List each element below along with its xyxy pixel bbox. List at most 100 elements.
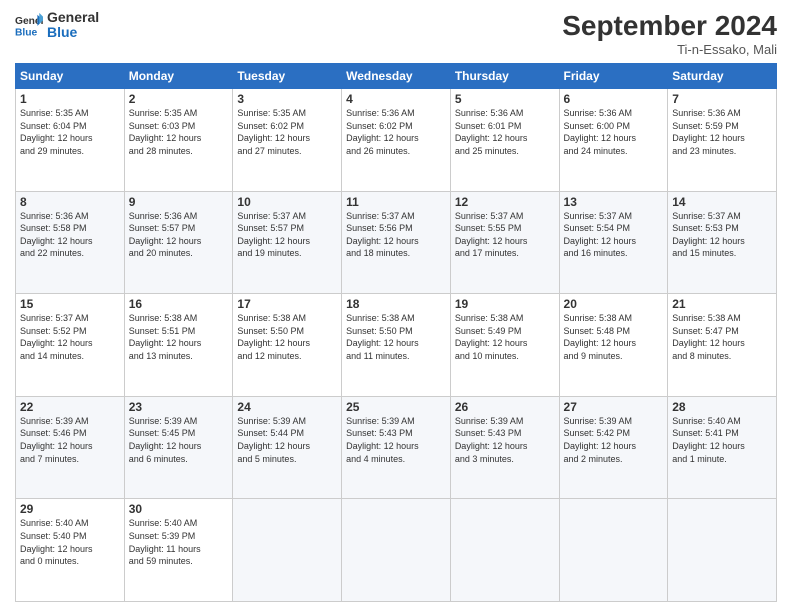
table-cell: 27Sunrise: 5:39 AM Sunset: 5:42 PM Dayli… (559, 396, 668, 499)
table-cell: 20Sunrise: 5:38 AM Sunset: 5:48 PM Dayli… (559, 294, 668, 397)
table-cell: 10Sunrise: 5:37 AM Sunset: 5:57 PM Dayli… (233, 191, 342, 294)
cell-info: Sunrise: 5:37 AM Sunset: 5:53 PM Dayligh… (672, 210, 772, 260)
day-number: 15 (20, 297, 120, 311)
table-cell: 8Sunrise: 5:36 AM Sunset: 5:58 PM Daylig… (16, 191, 125, 294)
cell-info: Sunrise: 5:39 AM Sunset: 5:45 PM Dayligh… (129, 415, 229, 465)
cell-info: Sunrise: 5:38 AM Sunset: 5:50 PM Dayligh… (346, 312, 446, 362)
cell-info: Sunrise: 5:38 AM Sunset: 5:49 PM Dayligh… (455, 312, 555, 362)
table-cell (668, 499, 777, 602)
cell-info: Sunrise: 5:38 AM Sunset: 5:51 PM Dayligh… (129, 312, 229, 362)
cell-info: Sunrise: 5:40 AM Sunset: 5:39 PM Dayligh… (129, 517, 229, 567)
location: Ti-n-Essako, Mali (562, 42, 777, 57)
logo: General Blue General Blue (15, 10, 99, 41)
cell-info: Sunrise: 5:37 AM Sunset: 5:54 PM Dayligh… (564, 210, 664, 260)
day-number: 10 (237, 195, 337, 209)
table-cell: 30Sunrise: 5:40 AM Sunset: 5:39 PM Dayli… (124, 499, 233, 602)
col-tuesday: Tuesday (233, 64, 342, 89)
day-number: 23 (129, 400, 229, 414)
table-cell: 2Sunrise: 5:35 AM Sunset: 6:03 PM Daylig… (124, 89, 233, 192)
cell-info: Sunrise: 5:37 AM Sunset: 5:55 PM Dayligh… (455, 210, 555, 260)
cell-info: Sunrise: 5:37 AM Sunset: 5:52 PM Dayligh… (20, 312, 120, 362)
svg-text:Blue: Blue (15, 28, 38, 39)
cell-info: Sunrise: 5:35 AM Sunset: 6:02 PM Dayligh… (237, 107, 337, 157)
col-thursday: Thursday (450, 64, 559, 89)
cell-info: Sunrise: 5:37 AM Sunset: 5:57 PM Dayligh… (237, 210, 337, 260)
cell-info: Sunrise: 5:38 AM Sunset: 5:50 PM Dayligh… (237, 312, 337, 362)
day-number: 16 (129, 297, 229, 311)
cell-info: Sunrise: 5:39 AM Sunset: 5:42 PM Dayligh… (564, 415, 664, 465)
table-cell: 15Sunrise: 5:37 AM Sunset: 5:52 PM Dayli… (16, 294, 125, 397)
cell-info: Sunrise: 5:36 AM Sunset: 5:58 PM Dayligh… (20, 210, 120, 260)
col-sunday: Sunday (16, 64, 125, 89)
table-cell: 11Sunrise: 5:37 AM Sunset: 5:56 PM Dayli… (342, 191, 451, 294)
table-cell: 5Sunrise: 5:36 AM Sunset: 6:01 PM Daylig… (450, 89, 559, 192)
day-number: 7 (672, 92, 772, 106)
table-cell: 16Sunrise: 5:38 AM Sunset: 5:51 PM Dayli… (124, 294, 233, 397)
logo-icon: General Blue (15, 11, 43, 39)
day-number: 18 (346, 297, 446, 311)
table-cell: 7Sunrise: 5:36 AM Sunset: 5:59 PM Daylig… (668, 89, 777, 192)
logo-general-text: General (47, 10, 99, 25)
day-number: 1 (20, 92, 120, 106)
day-number: 22 (20, 400, 120, 414)
table-cell: 12Sunrise: 5:37 AM Sunset: 5:55 PM Dayli… (450, 191, 559, 294)
table-cell: 24Sunrise: 5:39 AM Sunset: 5:44 PM Dayli… (233, 396, 342, 499)
cell-info: Sunrise: 5:36 AM Sunset: 5:57 PM Dayligh… (129, 210, 229, 260)
day-number: 5 (455, 92, 555, 106)
cell-info: Sunrise: 5:37 AM Sunset: 5:56 PM Dayligh… (346, 210, 446, 260)
day-number: 12 (455, 195, 555, 209)
day-number: 27 (564, 400, 664, 414)
day-number: 3 (237, 92, 337, 106)
table-cell: 3Sunrise: 5:35 AM Sunset: 6:02 PM Daylig… (233, 89, 342, 192)
cell-info: Sunrise: 5:38 AM Sunset: 5:48 PM Dayligh… (564, 312, 664, 362)
table-cell: 26Sunrise: 5:39 AM Sunset: 5:43 PM Dayli… (450, 396, 559, 499)
day-number: 20 (564, 297, 664, 311)
table-cell: 25Sunrise: 5:39 AM Sunset: 5:43 PM Dayli… (342, 396, 451, 499)
col-friday: Friday (559, 64, 668, 89)
cell-info: Sunrise: 5:36 AM Sunset: 6:00 PM Dayligh… (564, 107, 664, 157)
day-number: 6 (564, 92, 664, 106)
table-cell: 1Sunrise: 5:35 AM Sunset: 6:04 PM Daylig… (16, 89, 125, 192)
cell-info: Sunrise: 5:36 AM Sunset: 6:02 PM Dayligh… (346, 107, 446, 157)
day-number: 29 (20, 502, 120, 516)
day-number: 17 (237, 297, 337, 311)
cell-info: Sunrise: 5:38 AM Sunset: 5:47 PM Dayligh… (672, 312, 772, 362)
table-cell: 22Sunrise: 5:39 AM Sunset: 5:46 PM Dayli… (16, 396, 125, 499)
day-number: 9 (129, 195, 229, 209)
title-area: September 2024 Ti-n-Essako, Mali (562, 10, 777, 57)
cell-info: Sunrise: 5:40 AM Sunset: 5:40 PM Dayligh… (20, 517, 120, 567)
table-cell: 13Sunrise: 5:37 AM Sunset: 5:54 PM Dayli… (559, 191, 668, 294)
logo-blue-text: Blue (47, 25, 99, 40)
week-row-2: 8Sunrise: 5:36 AM Sunset: 5:58 PM Daylig… (16, 191, 777, 294)
cell-info: Sunrise: 5:35 AM Sunset: 6:03 PM Dayligh… (129, 107, 229, 157)
cell-info: Sunrise: 5:39 AM Sunset: 5:46 PM Dayligh… (20, 415, 120, 465)
col-wednesday: Wednesday (342, 64, 451, 89)
day-number: 25 (346, 400, 446, 414)
col-monday: Monday (124, 64, 233, 89)
page: General Blue General Blue September 2024… (0, 0, 792, 612)
col-saturday: Saturday (668, 64, 777, 89)
day-number: 26 (455, 400, 555, 414)
table-cell: 14Sunrise: 5:37 AM Sunset: 5:53 PM Dayli… (668, 191, 777, 294)
day-number: 21 (672, 297, 772, 311)
month-title: September 2024 (562, 10, 777, 42)
table-cell: 18Sunrise: 5:38 AM Sunset: 5:50 PM Dayli… (342, 294, 451, 397)
day-number: 19 (455, 297, 555, 311)
week-row-1: 1Sunrise: 5:35 AM Sunset: 6:04 PM Daylig… (16, 89, 777, 192)
cell-info: Sunrise: 5:39 AM Sunset: 5:43 PM Dayligh… (455, 415, 555, 465)
cell-info: Sunrise: 5:39 AM Sunset: 5:44 PM Dayligh… (237, 415, 337, 465)
day-number: 24 (237, 400, 337, 414)
table-cell: 29Sunrise: 5:40 AM Sunset: 5:40 PM Dayli… (16, 499, 125, 602)
day-number: 4 (346, 92, 446, 106)
calendar-table: Sunday Monday Tuesday Wednesday Thursday… (15, 63, 777, 602)
table-cell: 4Sunrise: 5:36 AM Sunset: 6:02 PM Daylig… (342, 89, 451, 192)
cell-info: Sunrise: 5:40 AM Sunset: 5:41 PM Dayligh… (672, 415, 772, 465)
table-cell: 28Sunrise: 5:40 AM Sunset: 5:41 PM Dayli… (668, 396, 777, 499)
day-number: 13 (564, 195, 664, 209)
table-cell: 23Sunrise: 5:39 AM Sunset: 5:45 PM Dayli… (124, 396, 233, 499)
cell-info: Sunrise: 5:36 AM Sunset: 6:01 PM Dayligh… (455, 107, 555, 157)
day-number: 30 (129, 502, 229, 516)
day-number: 2 (129, 92, 229, 106)
table-cell: 19Sunrise: 5:38 AM Sunset: 5:49 PM Dayli… (450, 294, 559, 397)
day-number: 8 (20, 195, 120, 209)
